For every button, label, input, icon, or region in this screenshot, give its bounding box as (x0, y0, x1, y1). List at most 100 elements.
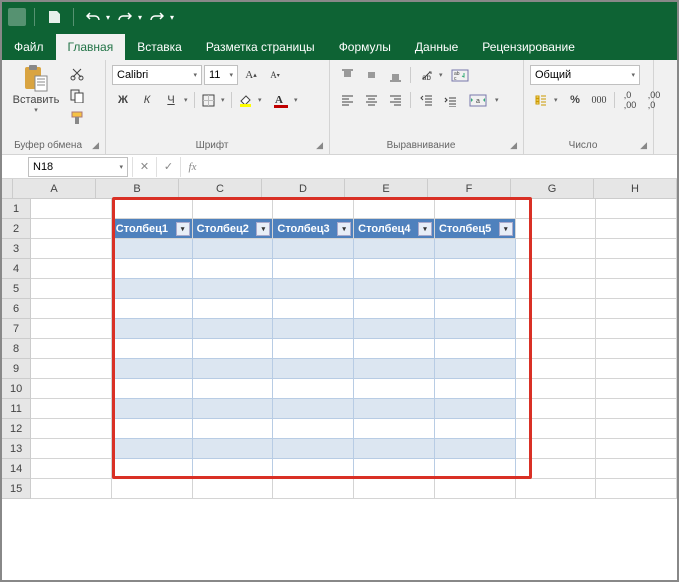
table-cell[interactable] (193, 339, 274, 359)
cell[interactable] (516, 259, 597, 279)
orientation-icon[interactable]: ab (415, 65, 437, 85)
align-bottom-icon[interactable] (384, 65, 406, 85)
table-cell[interactable] (435, 299, 516, 319)
grow-font-icon[interactable]: A▴ (240, 65, 262, 85)
cell[interactable] (31, 479, 112, 499)
borders-icon[interactable] (197, 90, 219, 110)
cell[interactable] (596, 299, 677, 319)
cell[interactable] (596, 219, 677, 239)
font-size-select[interactable]: 11▾ (204, 65, 238, 85)
decrease-decimal-icon[interactable]: ,00,0 (643, 90, 665, 110)
filter-icon[interactable]: ▾ (337, 222, 351, 236)
cell[interactable] (516, 339, 597, 359)
cell[interactable] (516, 239, 597, 259)
row-header[interactable]: 3 (2, 239, 31, 259)
percent-icon[interactable]: % (564, 90, 586, 110)
row-header[interactable]: 15 (2, 479, 31, 499)
tab-разметка страницы[interactable]: Разметка страницы (194, 34, 327, 60)
cell[interactable] (596, 459, 677, 479)
insert-function-icon[interactable]: fx (180, 157, 204, 177)
cell[interactable] (31, 379, 112, 399)
cell[interactable] (516, 279, 597, 299)
repeat-icon[interactable] (146, 6, 168, 28)
cell[interactable] (273, 199, 354, 219)
tab-формулы[interactable]: Формулы (327, 34, 403, 60)
enter-formula-icon[interactable]: ✓ (156, 157, 180, 177)
row-header[interactable]: 7 (2, 319, 31, 339)
cell[interactable] (435, 479, 516, 499)
table-cell[interactable] (354, 459, 435, 479)
table-cell[interactable] (354, 299, 435, 319)
table-cell[interactable] (273, 299, 354, 319)
italic-button[interactable]: К (136, 90, 158, 110)
cell[interactable] (516, 219, 597, 239)
cell[interactable] (596, 379, 677, 399)
system-menu[interactable] (8, 8, 26, 26)
filter-icon[interactable]: ▾ (418, 222, 432, 236)
cell[interactable] (31, 299, 112, 319)
table-cell[interactable] (112, 379, 193, 399)
cell[interactable] (31, 399, 112, 419)
paste-button[interactable]: Вставить ▾ (8, 62, 64, 116)
column-header[interactable]: B (96, 179, 179, 199)
filter-icon[interactable]: ▾ (256, 222, 270, 236)
underline-dropdown-icon[interactable]: ▾ (184, 96, 192, 104)
comma-icon[interactable]: 000 (588, 90, 610, 110)
cell[interactable] (596, 319, 677, 339)
row-header[interactable]: 11 (2, 399, 31, 419)
table-cell[interactable] (193, 379, 274, 399)
table-cell[interactable] (112, 439, 193, 459)
table-header-cell[interactable]: Столбец1▾ (112, 219, 193, 239)
table-cell[interactable] (112, 299, 193, 319)
redo-dropdown-icon[interactable]: ▾ (138, 13, 142, 22)
table-cell[interactable] (435, 439, 516, 459)
table-cell[interactable] (354, 419, 435, 439)
bold-button[interactable]: Ж (112, 90, 134, 110)
align-left-icon[interactable] (336, 90, 358, 110)
table-cell[interactable] (273, 279, 354, 299)
table-cell[interactable] (193, 259, 274, 279)
fill-color-icon[interactable] (234, 90, 256, 110)
table-cell[interactable] (112, 239, 193, 259)
cell[interactable] (31, 219, 112, 239)
cell[interactable] (516, 399, 597, 419)
table-cell[interactable] (112, 359, 193, 379)
select-all-corner[interactable] (2, 179, 13, 199)
table-cell[interactable] (354, 239, 435, 259)
tab-главная[interactable]: Главная (56, 34, 126, 60)
borders-dropdown-icon[interactable]: ▾ (221, 96, 229, 104)
row-header[interactable]: 5 (2, 279, 31, 299)
table-cell[interactable] (435, 319, 516, 339)
table-cell[interactable] (435, 339, 516, 359)
table-cell[interactable] (112, 419, 193, 439)
cell[interactable] (596, 479, 677, 499)
cell[interactable] (273, 479, 354, 499)
table-cell[interactable] (193, 239, 274, 259)
table-cell[interactable] (112, 459, 193, 479)
table-cell[interactable] (435, 359, 516, 379)
table-cell[interactable] (112, 279, 193, 299)
table-header-cell[interactable]: Столбец4▾ (354, 219, 435, 239)
cell[interactable] (193, 199, 274, 219)
row-header[interactable]: 4 (2, 259, 31, 279)
cell[interactable] (112, 479, 193, 499)
copy-icon[interactable] (66, 86, 88, 106)
row-header[interactable]: 8 (2, 339, 31, 359)
table-cell[interactable] (354, 319, 435, 339)
cell[interactable] (516, 459, 597, 479)
indent-increase-icon[interactable] (439, 90, 461, 110)
row-header[interactable]: 10 (2, 379, 31, 399)
cut-icon[interactable] (66, 64, 88, 84)
table-cell[interactable] (193, 359, 274, 379)
table-cell[interactable] (435, 259, 516, 279)
table-cell[interactable] (273, 419, 354, 439)
cell[interactable] (354, 199, 435, 219)
cell[interactable] (596, 339, 677, 359)
table-header-cell[interactable]: Столбец5▾ (435, 219, 516, 239)
table-cell[interactable] (354, 379, 435, 399)
table-cell[interactable] (193, 279, 274, 299)
number-launcher-icon[interactable]: ◢ (640, 140, 647, 151)
column-header[interactable]: H (594, 179, 677, 199)
column-header[interactable]: E (345, 179, 428, 199)
name-box[interactable]: N18▾ (28, 157, 128, 177)
